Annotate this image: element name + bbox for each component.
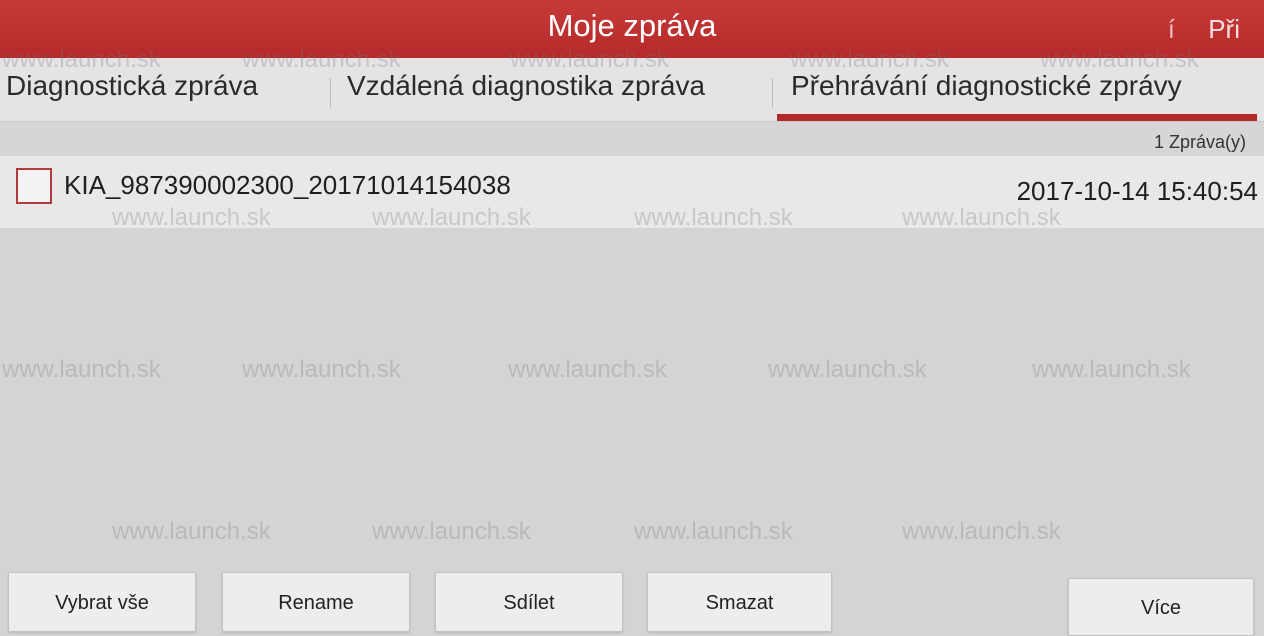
tab-bar: Diagnostická zpráva Vzdálená diagnostika… — [0, 58, 1264, 122]
tab-divider — [772, 78, 773, 108]
header-right-label[interactable]: Při — [1208, 14, 1240, 44]
rename-button[interactable]: Rename — [222, 572, 410, 632]
bottom-toolbar: Vybrat vše Rename Sdílet Smazat Více — [0, 558, 1264, 636]
title-bar: Moje zpráva í Při — [0, 0, 1264, 58]
more-button[interactable]: Více — [1068, 578, 1254, 636]
report-list-empty-area — [0, 228, 1264, 558]
report-name: KIA_987390002300_20171014154038 — [64, 170, 511, 200]
tab-playback-diagnostic-report[interactable]: Přehrávání diagnostické zprávy — [791, 70, 1182, 102]
tab-divider — [330, 78, 331, 108]
active-tab-indicator — [777, 114, 1257, 121]
delete-button[interactable]: Smazat — [647, 572, 832, 632]
select-all-button[interactable]: Vybrat vše — [8, 572, 196, 632]
tab-diagnostic-report[interactable]: Diagnostická zpráva — [6, 70, 258, 102]
report-date: 2017-10-14 15:40:54 — [1016, 176, 1258, 206]
report-checkbox[interactable] — [16, 168, 52, 204]
page-title: Moje zpráva — [547, 8, 717, 43]
header-right-menu[interactable]: í Při — [1168, 14, 1240, 45]
list-item[interactable]: KIA_987390002300_20171014154038 2017-10-… — [0, 156, 1264, 228]
tab-remote-diagnostic-report[interactable]: Vzdálená diagnostika zpráva — [347, 70, 705, 102]
share-button[interactable]: Sdílet — [435, 572, 623, 632]
header-separator: í — [1167, 14, 1175, 44]
report-count: 1 Zpráva(y) — [1153, 132, 1246, 152]
